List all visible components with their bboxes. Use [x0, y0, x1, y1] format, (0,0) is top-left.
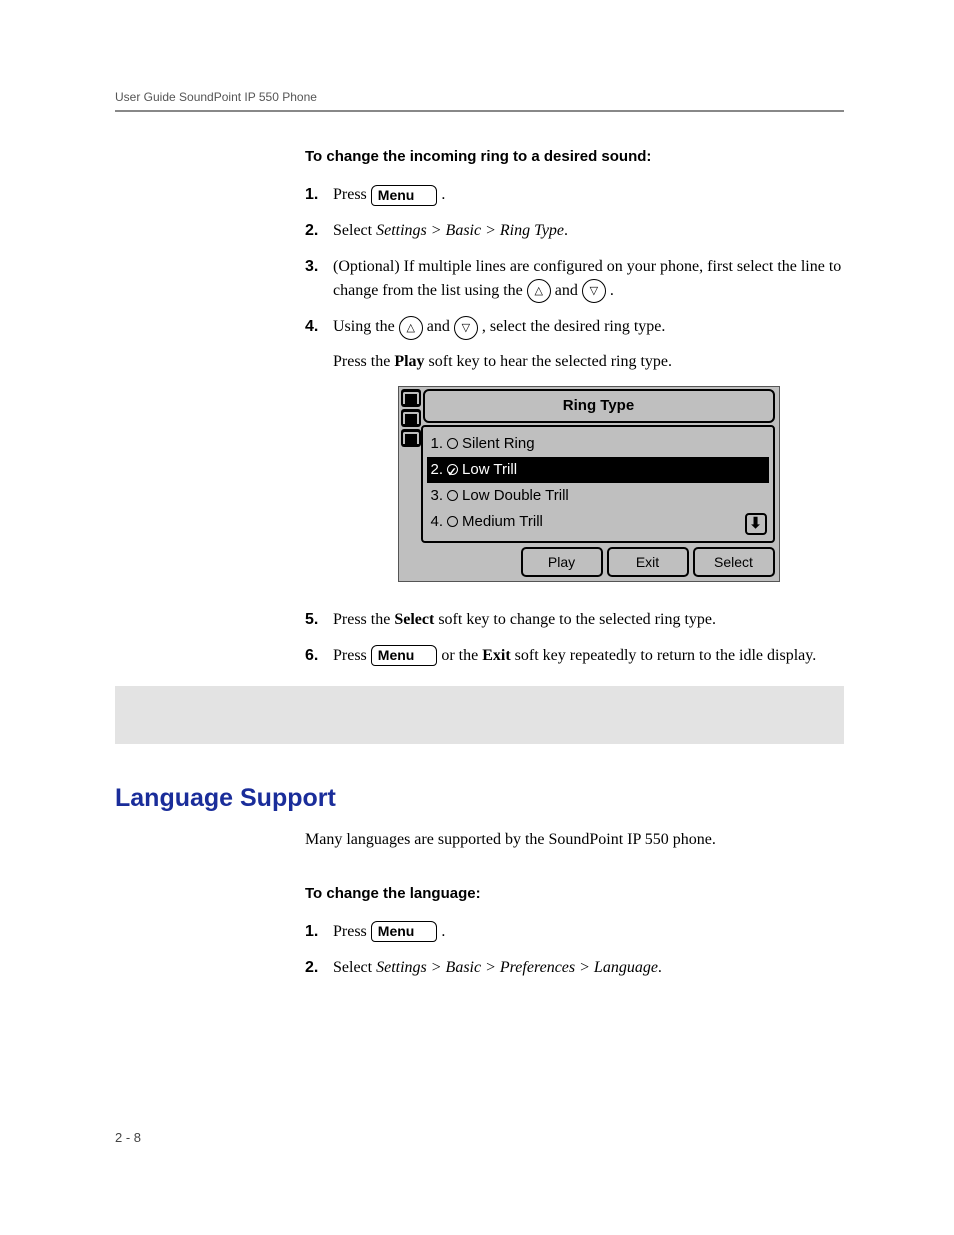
step-number: 1. — [305, 183, 333, 207]
language-content: To change the language: 1. Press Menu . … — [305, 885, 844, 980]
step-number: 4. — [305, 315, 333, 595]
lcd-item-label: Medium Trill — [462, 510, 543, 534]
radio-icon — [447, 438, 458, 449]
line-icon — [401, 389, 421, 407]
step-6: 6. Press Menu or the Exit soft key repea… — [305, 644, 844, 668]
select-softkey-ref: Select — [394, 611, 434, 628]
step-text: Select — [333, 959, 376, 976]
step-text: Press — [333, 923, 371, 940]
step-text: or the — [441, 647, 482, 664]
step-text: Press — [333, 647, 371, 664]
step-1: 1. Press Menu . — [305, 183, 844, 207]
step-text: . — [610, 282, 614, 299]
step-4: 4. Using the △ and ▽ , select the desire… — [305, 315, 844, 595]
language-change-heading: To change the language: — [305, 885, 844, 902]
step-number: 6. — [305, 644, 333, 668]
step-text: Using the — [333, 318, 399, 335]
step-text: Select — [333, 222, 376, 239]
step-text: and — [427, 318, 454, 335]
softkey-play: Play — [521, 547, 603, 577]
radio-checked-icon — [447, 464, 458, 475]
scroll-down-icon: ⬇ — [745, 513, 767, 535]
step-text: soft key to change to the selected ring … — [434, 611, 716, 628]
line-icon — [401, 409, 421, 427]
step-number: 2. — [305, 956, 333, 980]
lang-step-2: 2. Select Settings > Basic > Preferences… — [305, 956, 844, 980]
step-number: 5. — [305, 608, 333, 632]
step-text: . — [441, 923, 445, 940]
menu-button-icon: Menu — [371, 921, 438, 942]
lcd-title: Ring Type — [423, 389, 775, 423]
down-arrow-icon: ▽ — [582, 279, 606, 303]
lang-step-1: 1. Press Menu . — [305, 920, 844, 944]
language-intro-text: Many languages are supported by the Soun… — [305, 831, 844, 849]
step-3: 3. (Optional) If multiple lines are conf… — [305, 255, 844, 303]
lcd-list-item: 1. Silent Ring — [427, 431, 769, 457]
ring-change-heading: To change the incoming ring to a desired… — [305, 148, 844, 165]
lcd-softkey-row: Play Exit Select — [399, 543, 779, 577]
step-text: soft key to hear the selected ring type. — [425, 353, 672, 370]
step-text: Press the — [333, 611, 394, 628]
language-steps-list: 1. Press Menu . 2. Select Settings > Bas… — [305, 920, 844, 980]
exit-softkey-ref: Exit — [482, 647, 510, 664]
ring-type-content: To change the incoming ring to a desired… — [305, 148, 844, 668]
step-text: soft key repeatedly to return to the idl… — [511, 647, 817, 664]
lcd-item-label: Low Trill — [462, 458, 517, 482]
radio-icon — [447, 516, 458, 527]
step-text: . — [564, 222, 568, 239]
menu-path: Settings > Basic > Preferences > Languag… — [376, 959, 658, 976]
step-text: Press the — [333, 353, 394, 370]
ring-steps-list: 1. Press Menu . 2. Select Settings > Bas… — [305, 183, 844, 668]
up-arrow-icon: △ — [527, 279, 551, 303]
step-number: 3. — [305, 255, 333, 303]
lcd-list-item-selected: 2. Low Trill — [427, 457, 769, 483]
step-text: and — [555, 282, 582, 299]
step-text: , select the desired ring type. — [482, 318, 666, 335]
header-rule — [115, 110, 844, 112]
up-arrow-icon: △ — [399, 316, 423, 340]
lcd-item-num: 1. — [431, 432, 444, 456]
play-softkey-ref: Play — [394, 353, 424, 370]
down-arrow-icon: ▽ — [454, 316, 478, 340]
page-header: User Guide SoundPoint IP 550 Phone — [115, 90, 844, 104]
step-number: 2. — [305, 219, 333, 243]
phone-lcd-mockup: Ring Type 1. Silent Ring 2. — [398, 386, 780, 582]
page: User Guide SoundPoint IP 550 Phone To ch… — [0, 0, 954, 1235]
lcd-item-label: Low Double Trill — [462, 484, 569, 508]
menu-button-icon: Menu — [371, 185, 438, 206]
lcd-item-label: Silent Ring — [462, 432, 535, 456]
lcd-line-icons — [399, 387, 423, 543]
softkey-select: Select — [693, 547, 775, 577]
step-text: Press — [333, 186, 371, 203]
lcd-item-num: 2. — [431, 458, 444, 482]
step-text: . — [441, 186, 445, 203]
step-5: 5. Press the Select soft key to change t… — [305, 608, 844, 632]
lcd-list-item: 3. Low Double Trill — [427, 483, 769, 509]
line-icon — [401, 429, 421, 447]
language-support-heading: Language Support — [115, 784, 844, 813]
lcd-item-num: 3. — [431, 484, 444, 508]
lcd-item-num: 4. — [431, 510, 444, 534]
lcd-list: 1. Silent Ring 2. Low Trill — [421, 425, 775, 543]
note-placeholder-block — [115, 686, 844, 744]
menu-path: Settings > Basic > Ring Type — [376, 222, 564, 239]
softkey-exit: Exit — [607, 547, 689, 577]
page-number: 2 - 8 — [115, 1130, 141, 1145]
radio-icon — [447, 490, 458, 501]
step-number: 1. — [305, 920, 333, 944]
step-text: . — [658, 959, 662, 976]
menu-button-icon: Menu — [371, 645, 438, 666]
lcd-list-item: 4. Medium Trill — [427, 509, 769, 535]
step-2: 2. Select Settings > Basic > Ring Type. — [305, 219, 844, 243]
